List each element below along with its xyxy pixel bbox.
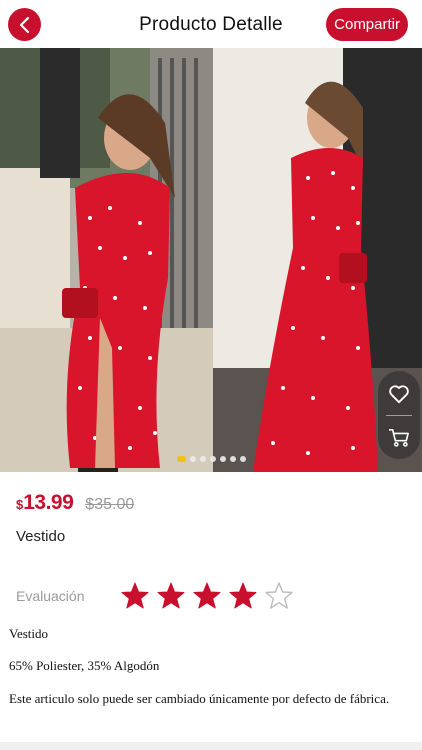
top-bar: Producto Detalle Compartir bbox=[0, 0, 422, 50]
star-filled-icon[interactable] bbox=[120, 581, 150, 611]
cart-icon bbox=[389, 429, 409, 447]
product-name: Vestido bbox=[16, 528, 66, 545]
floating-actions bbox=[378, 371, 420, 459]
carousel-indicator bbox=[0, 456, 422, 462]
rating-label: Evaluación bbox=[16, 588, 85, 604]
carousel-dot[interactable] bbox=[189, 456, 196, 462]
heart-icon bbox=[389, 385, 409, 404]
price-row: $ 13.99 $35.00 bbox=[16, 491, 134, 515]
currency-symbol: $ bbox=[16, 497, 24, 512]
star-empty-icon[interactable] bbox=[264, 581, 294, 611]
share-button[interactable]: Compartir bbox=[326, 8, 408, 41]
product-photo-1[interactable] bbox=[0, 48, 213, 472]
star-filled-icon[interactable] bbox=[192, 581, 222, 611]
star-filled-icon[interactable] bbox=[156, 581, 186, 611]
carousel-dot[interactable] bbox=[219, 456, 226, 462]
bottom-divider bbox=[0, 742, 422, 750]
divider bbox=[386, 415, 412, 416]
star-filled-icon[interactable] bbox=[228, 581, 258, 611]
original-price: $35.00 bbox=[85, 496, 135, 513]
carousel-dot[interactable] bbox=[239, 456, 246, 462]
carousel-dot[interactable] bbox=[209, 456, 216, 462]
description-policy: Este articulo solo puede ser cambiado ún… bbox=[9, 691, 390, 706]
carousel-dot[interactable] bbox=[229, 456, 236, 462]
product-image-carousel[interactable] bbox=[0, 48, 422, 472]
carousel-dot[interactable] bbox=[199, 456, 206, 462]
favorite-button[interactable] bbox=[378, 373, 420, 415]
star-rating[interactable] bbox=[120, 581, 294, 611]
add-to-cart-button[interactable] bbox=[378, 417, 420, 459]
description-material: 65% Poliester, 35% Algodón bbox=[9, 658, 160, 673]
description-title: Vestido bbox=[9, 626, 48, 641]
carousel-dot-active[interactable] bbox=[176, 456, 186, 462]
current-price: 13.99 bbox=[23, 491, 74, 514]
